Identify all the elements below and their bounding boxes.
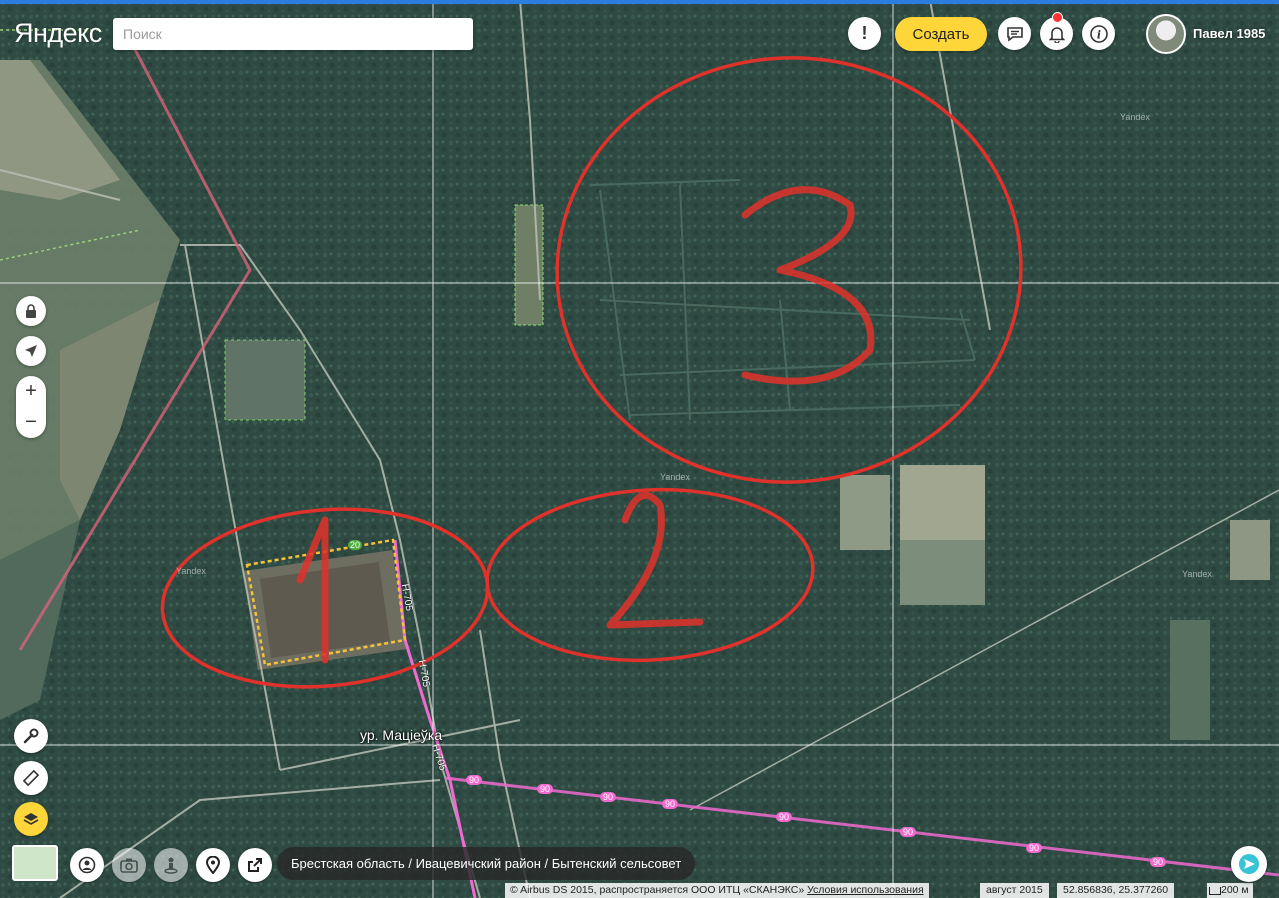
tools-button[interactable] [14, 719, 48, 753]
route-shield: 90 [1026, 843, 1043, 853]
breadcrumb[interactable]: Брестская область / Ивацевичский район /… [277, 847, 696, 880]
map-imagery [0, 0, 1279, 898]
layers-icon [23, 813, 39, 825]
location-arrow-icon [25, 345, 37, 357]
top-accent-bar [0, 0, 1279, 4]
route-shield: 90 [466, 775, 483, 785]
route-shield: 90 [662, 799, 679, 809]
watermark: Yandex [176, 566, 206, 576]
plus-icon: + [25, 380, 37, 402]
route-button[interactable] [1231, 846, 1267, 882]
lock-button[interactable] [16, 296, 46, 326]
route-shield: 90 [1150, 857, 1167, 867]
satellite-map[interactable]: ур. Маціеўка Н-705 Н-705 Н-705 Yandex Ya… [0, 0, 1279, 898]
copyright-text: © Airbus DS 2015, распространяется ООО И… [510, 884, 805, 896]
panorama-person-button[interactable] [70, 848, 104, 882]
locate-button[interactable] [16, 336, 46, 366]
ruler-button[interactable] [14, 761, 48, 795]
zoom-out-button[interactable]: − [16, 407, 46, 438]
search-input[interactable] [113, 18, 473, 50]
place-label[interactable]: ур. Маціеўка [360, 727, 442, 743]
pegman-icon [164, 857, 178, 874]
yandex-logo[interactable]: Яндекс [14, 18, 102, 49]
external-link-icon [248, 858, 262, 872]
user-name[interactable]: Павел 1985 [1193, 26, 1265, 41]
watermark: Yandex [1182, 569, 1212, 579]
minimap-button[interactable] [12, 845, 58, 881]
route-shield: 90 [537, 784, 554, 794]
person-pin-icon [78, 856, 96, 874]
wrench-icon [23, 728, 39, 744]
create-button[interactable]: Создать [895, 17, 987, 51]
zoom-control: + − [16, 376, 46, 438]
zoom-in-button[interactable]: + [16, 376, 46, 407]
lock-icon [26, 304, 36, 318]
chat-icon [1006, 26, 1023, 42]
scale-bar [1209, 887, 1221, 895]
route-shield: 90 [776, 812, 793, 822]
minus-icon: − [25, 411, 37, 433]
route-shield: 90 [600, 792, 617, 802]
svg-text:i: i [1096, 28, 1100, 41]
route-shield: 90 [900, 827, 917, 837]
terms-link[interactable]: Условия использования [807, 884, 924, 896]
messages-button[interactable] [998, 17, 1031, 50]
layers-button[interactable] [14, 802, 48, 836]
notification-dot [1052, 12, 1063, 23]
photos-button[interactable] [112, 848, 146, 882]
map-pin-icon [206, 856, 220, 874]
camera-icon [120, 858, 138, 873]
poi-badge[interactable]: 20 [348, 540, 363, 550]
info-button[interactable]: i [1082, 17, 1115, 50]
share-button[interactable] [238, 848, 272, 882]
copyright: © Airbus DS 2015, распространяется ООО И… [505, 883, 929, 898]
imagery-date: август 2015 [980, 883, 1049, 898]
avatar[interactable] [1146, 14, 1186, 54]
add-place-button[interactable] [196, 848, 230, 882]
ruler-icon [22, 769, 40, 787]
coordinates: 52.856836, 25.377260 [1057, 883, 1175, 898]
send-icon [1239, 854, 1259, 874]
bell-icon [1048, 26, 1065, 43]
watermark: Yandex [660, 472, 690, 482]
exclamation-icon: ! [861, 23, 868, 43]
watermark: Yandex [1120, 112, 1150, 122]
street-view-button[interactable] [154, 848, 188, 882]
info-icon: i [1089, 24, 1108, 43]
feedback-button[interactable]: ! [848, 17, 881, 50]
